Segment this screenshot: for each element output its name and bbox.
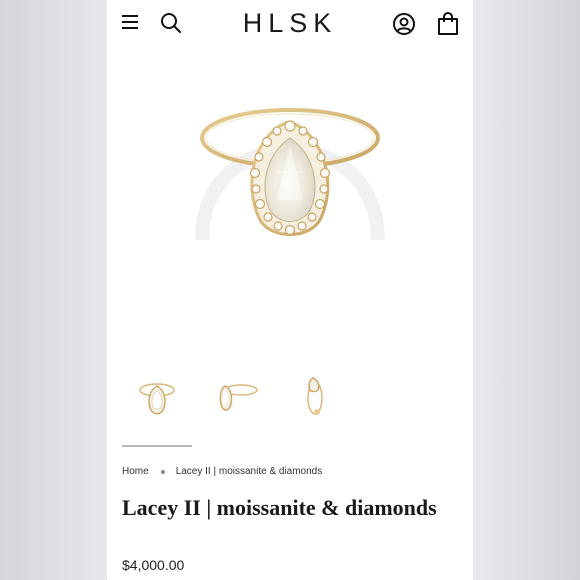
product-title: Lacey II | moissanite & diamonds — [122, 495, 437, 520]
breadcrumb-separator — [160, 469, 165, 474]
thumbnail-ring-side-view[interactable] — [289, 372, 345, 428]
background-right — [473, 0, 580, 580]
breadcrumb-current-page[interactable]: Lacey II | moissanite & diamonds — [176, 466, 323, 477]
breadcrumb-home-link[interactable]: Home — [122, 466, 149, 477]
breadcrumb: Home Lacey II | moissanite & diamonds — [122, 466, 322, 477]
ring-main-image[interactable] — [107, 60, 473, 310]
thumbnail-ring-angle-view[interactable] — [209, 372, 265, 428]
hamburger-menu-icon[interactable] — [122, 15, 138, 31]
thumbnail-strip — [107, 372, 473, 432]
ring-illustration — [195, 108, 385, 241]
account-icon[interactable] — [392, 12, 416, 36]
product-price: $4,000.00 — [122, 557, 185, 573]
shopping-bag-icon[interactable] — [437, 12, 459, 36]
site-logo[interactable]: HLSK — [237, 8, 343, 39]
thumbnail-active-indicator — [122, 445, 192, 447]
thumbnail-ring-front-view[interactable] — [129, 372, 185, 428]
site-header: HLSK — [107, 0, 473, 50]
mobile-page: HLSK Home Lacey II | moissanite & diamon… — [107, 0, 473, 580]
background-left — [0, 0, 107, 580]
search-icon[interactable] — [160, 12, 182, 34]
